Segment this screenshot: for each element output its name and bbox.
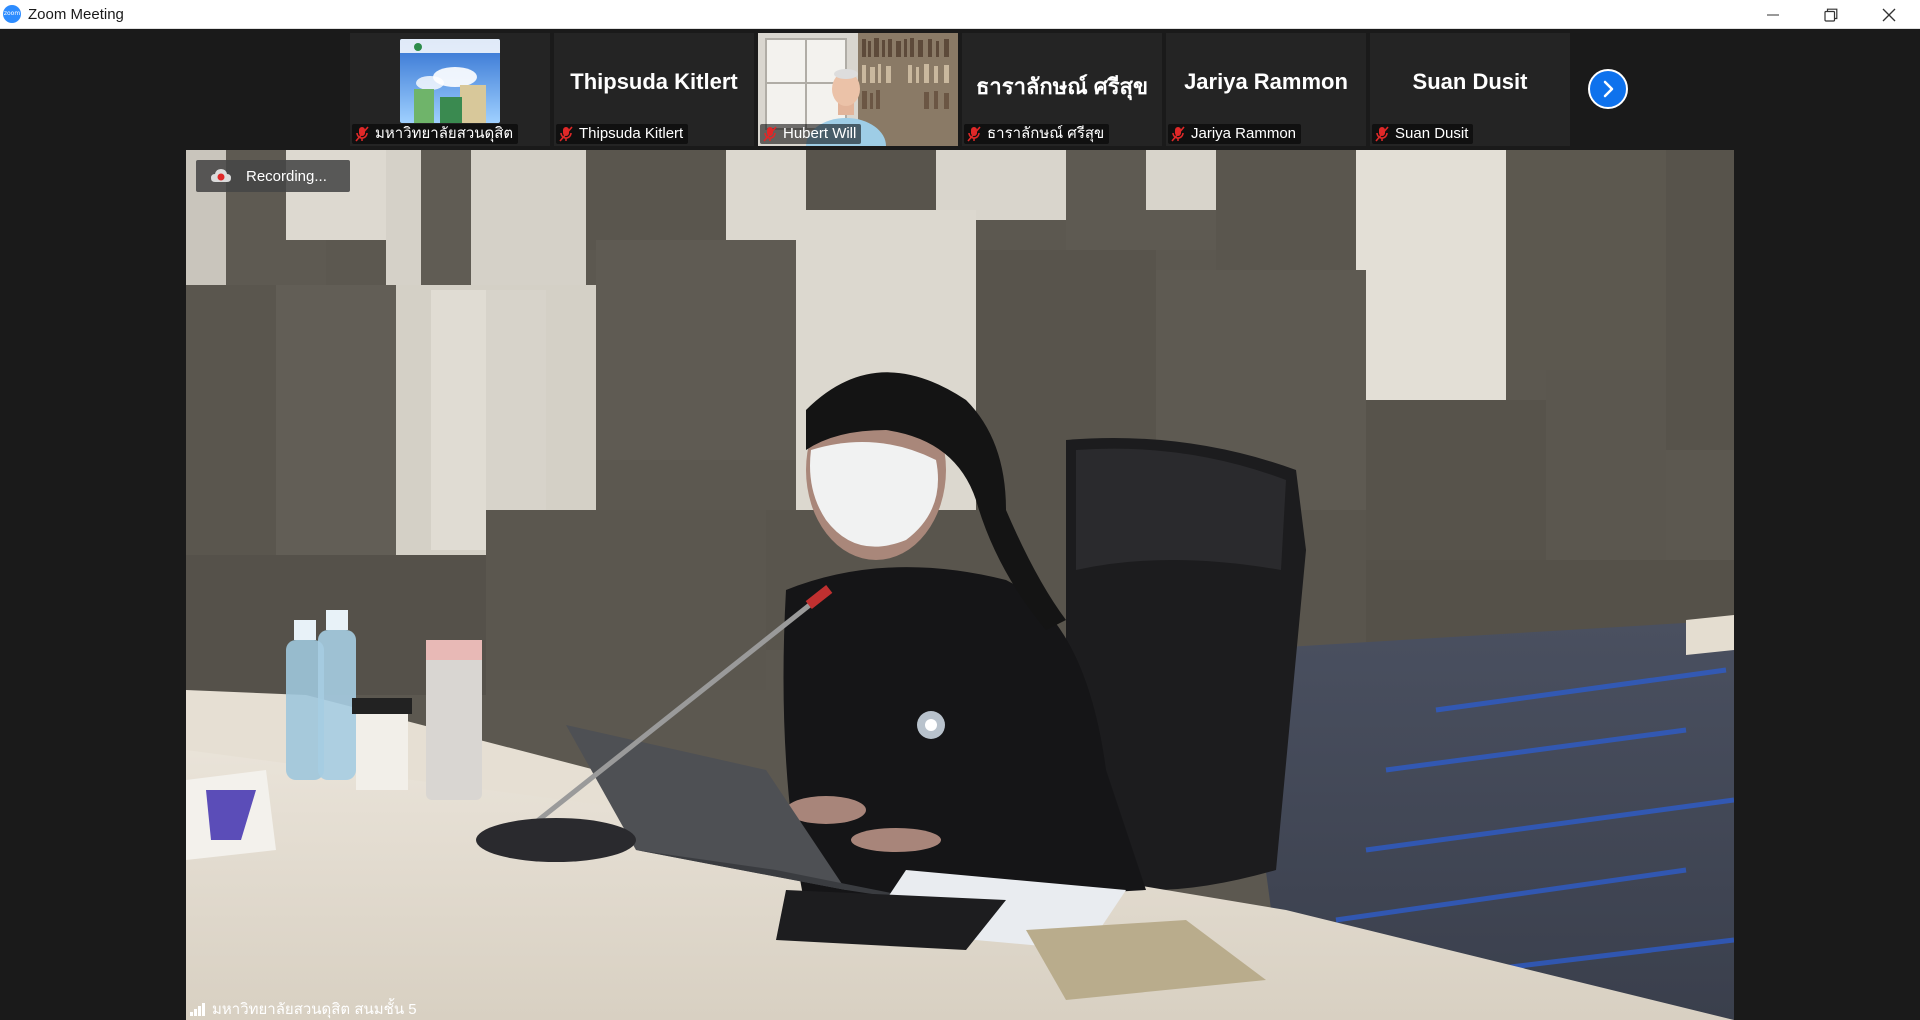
muted-mic-icon: [355, 126, 369, 142]
minimize-button[interactable]: [1744, 0, 1802, 29]
speaker-name-text: มหาวิทยาลัยสวนดุสิต สนมชั้น 5: [212, 1001, 417, 1018]
muted-mic-icon: [1171, 126, 1185, 142]
muted-mic-icon: [1375, 126, 1389, 142]
participant-tile[interactable]: มหาวิทยาลัยสวนดุสิต: [350, 33, 550, 146]
participant-video: [400, 39, 500, 123]
participant-display-name: Thipsuda Kitlert: [570, 69, 738, 94]
participant-name-label: Suan Dusit: [1372, 124, 1474, 144]
active-speaker-video[interactable]: Recording... มหาวิทยาลัยสวนดุสิต สนมชั้น…: [186, 150, 1734, 1020]
title-bar: zoom Zoom Meeting: [0, 0, 1920, 29]
cloud-record-icon: [211, 169, 231, 182]
chevron-right-icon: [1603, 80, 1614, 98]
close-button[interactable]: [1860, 0, 1918, 29]
participant-tile[interactable]: Suan Dusit Suan Dusit: [1370, 33, 1570, 146]
recording-label: Recording...: [246, 167, 327, 185]
close-icon: [1882, 8, 1896, 21]
zoom-logo-icon: zoom: [3, 5, 21, 23]
participant-tile[interactable]: Thipsuda Kitlert Thipsuda Kitlert: [554, 33, 754, 146]
speaker-video-frame: [186, 150, 1734, 1020]
restore-button[interactable]: [1802, 0, 1860, 29]
muted-mic-icon: [967, 126, 981, 142]
participant-name-label: มหาวิทยาลัยสวนดุสิต: [352, 124, 519, 144]
muted-mic-icon: [763, 126, 777, 142]
next-page-button[interactable]: [1588, 69, 1628, 109]
speaker-name-label: มหาวิทยาลัยสวนดุสิต สนมชั้น 5: [190, 998, 423, 1020]
muted-mic-icon: [559, 126, 573, 142]
participant-name-label: ธาราลักษณ์ ศรีสุข: [964, 124, 1110, 144]
signal-strength-icon: [190, 1003, 205, 1016]
participant-name-label: Thipsuda Kitlert: [556, 124, 689, 144]
window-title: Zoom Meeting: [28, 6, 124, 23]
participant-name-label: Hubert Will: [760, 124, 862, 144]
restore-icon: [1824, 8, 1838, 22]
participant-tile[interactable]: Hubert Will: [758, 33, 958, 146]
participant-name-label: Jariya Rammon: [1168, 124, 1302, 144]
participant-strip: มหาวิทยาลัยสวนดุสิต Thipsuda Kitlert Thi…: [0, 29, 1920, 149]
participant-display-name: ธาราลักษณ์ ศรีสุข: [975, 74, 1149, 99]
minimize-icon: [1767, 14, 1779, 15]
participant-display-name: Jariya Rammon: [1184, 69, 1348, 94]
participant-tile[interactable]: ธาราลักษณ์ ศรีสุข ธาราลักษณ์ ศรีสุข: [962, 33, 1162, 146]
participant-tile[interactable]: Jariya Rammon Jariya Rammon: [1166, 33, 1366, 146]
participant-display-name: Suan Dusit: [1412, 69, 1528, 94]
recording-indicator[interactable]: Recording...: [196, 160, 350, 192]
